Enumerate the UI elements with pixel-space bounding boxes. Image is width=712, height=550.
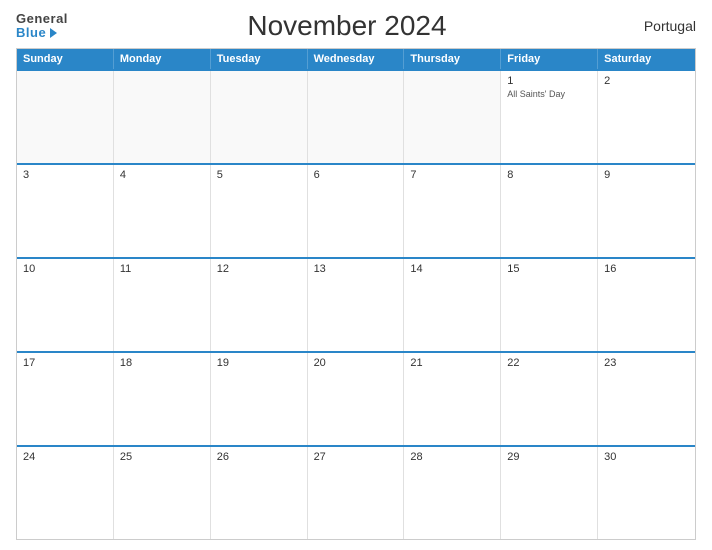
day-number: 18 — [120, 357, 204, 369]
day-cell-nov23: 23 — [598, 353, 695, 445]
day-cell-nov19: 19 — [211, 353, 308, 445]
day-cell-nov21: 21 — [404, 353, 501, 445]
day-cell — [211, 71, 308, 163]
day-number: 5 — [217, 169, 301, 181]
day-number: 13 — [314, 263, 398, 275]
day-number: 24 — [23, 451, 107, 463]
day-headers-row: Sunday Monday Tuesday Wednesday Thursday… — [17, 49, 695, 69]
calendar-grid: Sunday Monday Tuesday Wednesday Thursday… — [16, 48, 696, 540]
day-number: 4 — [120, 169, 204, 181]
day-cell-nov4: 4 — [114, 165, 211, 257]
logo-general-text: General — [16, 12, 68, 26]
week-row-1: 1 All Saints' Day 2 — [17, 69, 695, 163]
day-number: 8 — [507, 169, 591, 181]
day-number: 22 — [507, 357, 591, 369]
day-number: 26 — [217, 451, 301, 463]
day-number: 27 — [314, 451, 398, 463]
day-number: 9 — [604, 169, 689, 181]
day-cell-nov8: 8 — [501, 165, 598, 257]
header-monday: Monday — [114, 49, 211, 69]
day-number: 23 — [604, 357, 689, 369]
day-cell-nov14: 14 — [404, 259, 501, 351]
day-cell-nov27: 27 — [308, 447, 405, 539]
day-number: 1 — [507, 75, 591, 87]
day-cell-nov12: 12 — [211, 259, 308, 351]
day-number: 3 — [23, 169, 107, 181]
day-cell-nov26: 26 — [211, 447, 308, 539]
day-cell-nov30: 30 — [598, 447, 695, 539]
day-cell-nov17: 17 — [17, 353, 114, 445]
day-cell — [404, 71, 501, 163]
day-number: 10 — [23, 263, 107, 275]
day-cell-nov15: 15 — [501, 259, 598, 351]
day-cell-nov6: 6 — [308, 165, 405, 257]
day-number: 11 — [120, 263, 204, 275]
header-wednesday: Wednesday — [308, 49, 405, 69]
day-number: 17 — [23, 357, 107, 369]
day-cell — [308, 71, 405, 163]
page: General Blue November 2024 Portugal Sund… — [0, 0, 712, 550]
day-number: 29 — [507, 451, 591, 463]
header-sunday: Sunday — [17, 49, 114, 69]
week-row-3: 10 11 12 13 14 15 16 — [17, 257, 695, 351]
day-number: 6 — [314, 169, 398, 181]
day-number: 7 — [410, 169, 494, 181]
day-number: 2 — [604, 75, 689, 87]
country-label: Portugal — [626, 18, 696, 34]
header-friday: Friday — [501, 49, 598, 69]
day-cell-nov11: 11 — [114, 259, 211, 351]
logo-triangle-icon — [50, 28, 57, 38]
day-cell-nov2: 2 — [598, 71, 695, 163]
day-number: 21 — [410, 357, 494, 369]
logo-blue-text: Blue — [16, 26, 46, 40]
day-cell-nov16: 16 — [598, 259, 695, 351]
holiday-name: All Saints' Day — [507, 89, 591, 99]
header-saturday: Saturday — [598, 49, 695, 69]
header: General Blue November 2024 Portugal — [16, 10, 696, 42]
day-number: 15 — [507, 263, 591, 275]
day-cell-nov20: 20 — [308, 353, 405, 445]
day-number: 28 — [410, 451, 494, 463]
calendar-weeks: 1 All Saints' Day 2 3 4 5 6 7 8 9 10 — [17, 69, 695, 539]
week-row-2: 3 4 5 6 7 8 9 — [17, 163, 695, 257]
day-cell-nov13: 13 — [308, 259, 405, 351]
header-thursday: Thursday — [404, 49, 501, 69]
day-number: 30 — [604, 451, 689, 463]
day-cell-nov1: 1 All Saints' Day — [501, 71, 598, 163]
day-cell-nov18: 18 — [114, 353, 211, 445]
header-tuesday: Tuesday — [211, 49, 308, 69]
day-cell-nov24: 24 — [17, 447, 114, 539]
day-cell — [17, 71, 114, 163]
day-cell-nov28: 28 — [404, 447, 501, 539]
day-number: 14 — [410, 263, 494, 275]
day-cell-nov29: 29 — [501, 447, 598, 539]
day-number: 19 — [217, 357, 301, 369]
logo: General Blue — [16, 12, 68, 41]
day-number: 12 — [217, 263, 301, 275]
day-cell-nov5: 5 — [211, 165, 308, 257]
day-cell-nov10: 10 — [17, 259, 114, 351]
week-row-5: 24 25 26 27 28 29 30 — [17, 445, 695, 539]
day-cell-nov3: 3 — [17, 165, 114, 257]
logo-blue-row: Blue — [16, 26, 68, 40]
day-cell-nov7: 7 — [404, 165, 501, 257]
week-row-4: 17 18 19 20 21 22 23 — [17, 351, 695, 445]
day-number: 20 — [314, 357, 398, 369]
day-number: 16 — [604, 263, 689, 275]
day-cell — [114, 71, 211, 163]
day-cell-nov9: 9 — [598, 165, 695, 257]
day-number: 25 — [120, 451, 204, 463]
day-cell-nov22: 22 — [501, 353, 598, 445]
day-cell-nov25: 25 — [114, 447, 211, 539]
calendar-title: November 2024 — [68, 10, 626, 42]
